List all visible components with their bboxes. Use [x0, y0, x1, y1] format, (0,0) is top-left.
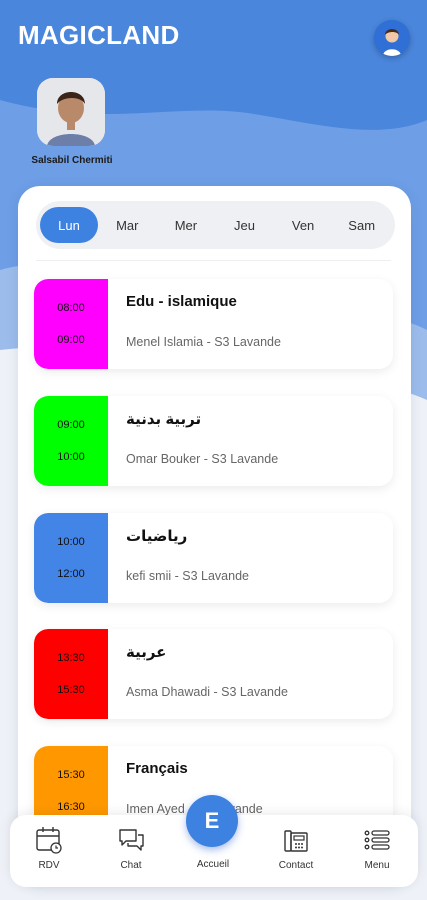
end-time: 16:30: [57, 801, 85, 813]
start-time: 13:30: [57, 652, 85, 664]
user-avatar[interactable]: [374, 20, 410, 56]
time-box: 13:30 15:30: [34, 629, 108, 719]
nav-menu-label: Menu: [364, 860, 390, 871]
teacher-room: Menel Islamia - S3 Lavande: [126, 335, 281, 349]
start-time: 08:00: [57, 302, 85, 314]
subject-name: Français: [126, 760, 188, 777]
teacher-room: Asma Dhawadi - S3 Lavande: [126, 685, 288, 699]
day-tab-ven[interactable]: Ven: [274, 207, 333, 243]
nav-rdv-label: RDV: [38, 860, 60, 871]
start-time: 09:00: [57, 419, 85, 431]
end-time: 12:00: [57, 568, 85, 580]
schedule-item[interactable]: 08:00 09:00 Edu - islamique Menel Islami…: [34, 279, 393, 369]
time-box: 08:00 09:00: [34, 279, 108, 369]
day-selector: Lun Mar Mer Jeu Ven Sam: [36, 201, 395, 249]
user-avatar-icon: [374, 20, 410, 56]
calendar-icon: [36, 827, 62, 854]
nav-chat-label: Chat: [120, 860, 142, 871]
day-tab-mar[interactable]: Mar: [98, 207, 157, 243]
day-tab-jeu[interactable]: Jeu: [215, 207, 274, 243]
teacher-room: Omar Bouker - S3 Lavande: [126, 452, 279, 466]
end-time: 15:30: [57, 684, 85, 696]
end-time: 09:00: [57, 334, 85, 346]
subject-name: رياضيات: [126, 528, 188, 545]
nav-contact-label: Contact: [278, 860, 314, 871]
day-tab-lun[interactable]: Lun: [40, 207, 98, 243]
nav-rdv[interactable]: RDV: [19, 825, 79, 871]
student-photo-image: [37, 78, 105, 146]
schedule-item[interactable]: 09:00 10:00 تربية بدنية Omar Bouker - S3…: [34, 396, 393, 486]
day-tab-mer[interactable]: Mer: [157, 207, 216, 243]
contact-phone-icon: [284, 830, 308, 852]
subject-name: تربية بدنية: [126, 411, 202, 428]
schedule-card: Lun Mar Mer Jeu Ven Sam 08:00 09:00 Edu …: [18, 186, 411, 886]
time-box: 09:00 10:00: [34, 396, 108, 486]
start-time: 15:30: [57, 769, 85, 781]
teacher-room: kefi smii - S3 Lavande: [126, 569, 249, 583]
time-box: 10:00 12:00: [34, 513, 108, 603]
start-time: 10:00: [57, 536, 85, 548]
schedule-item[interactable]: 10:00 12:00 رياضيات kefi smii - S3 Lavan…: [34, 513, 393, 603]
day-tab-sam[interactable]: Sam: [332, 207, 391, 243]
student-name: Salsabil Chermiti: [31, 155, 113, 166]
subject-name: Edu - islamique: [126, 293, 237, 310]
nav-menu[interactable]: Menu: [347, 825, 407, 871]
student-photo[interactable]: [37, 78, 105, 146]
menu-icon: [364, 830, 390, 850]
chat-icon: [119, 829, 144, 851]
end-time: 10:00: [57, 451, 85, 463]
nav-home-label: Accueil: [196, 859, 230, 870]
schedule-item[interactable]: 13:30 15:30 عربية Asma Dhawadi - S3 Lava…: [34, 629, 393, 719]
divider: [36, 260, 391, 261]
home-button[interactable]: E: [186, 795, 238, 847]
nav-chat[interactable]: Chat: [101, 825, 161, 871]
nav-contact[interactable]: Contact: [266, 825, 326, 871]
subject-name: عربية: [126, 644, 167, 661]
app-title: MAGICLAND: [18, 20, 180, 50]
